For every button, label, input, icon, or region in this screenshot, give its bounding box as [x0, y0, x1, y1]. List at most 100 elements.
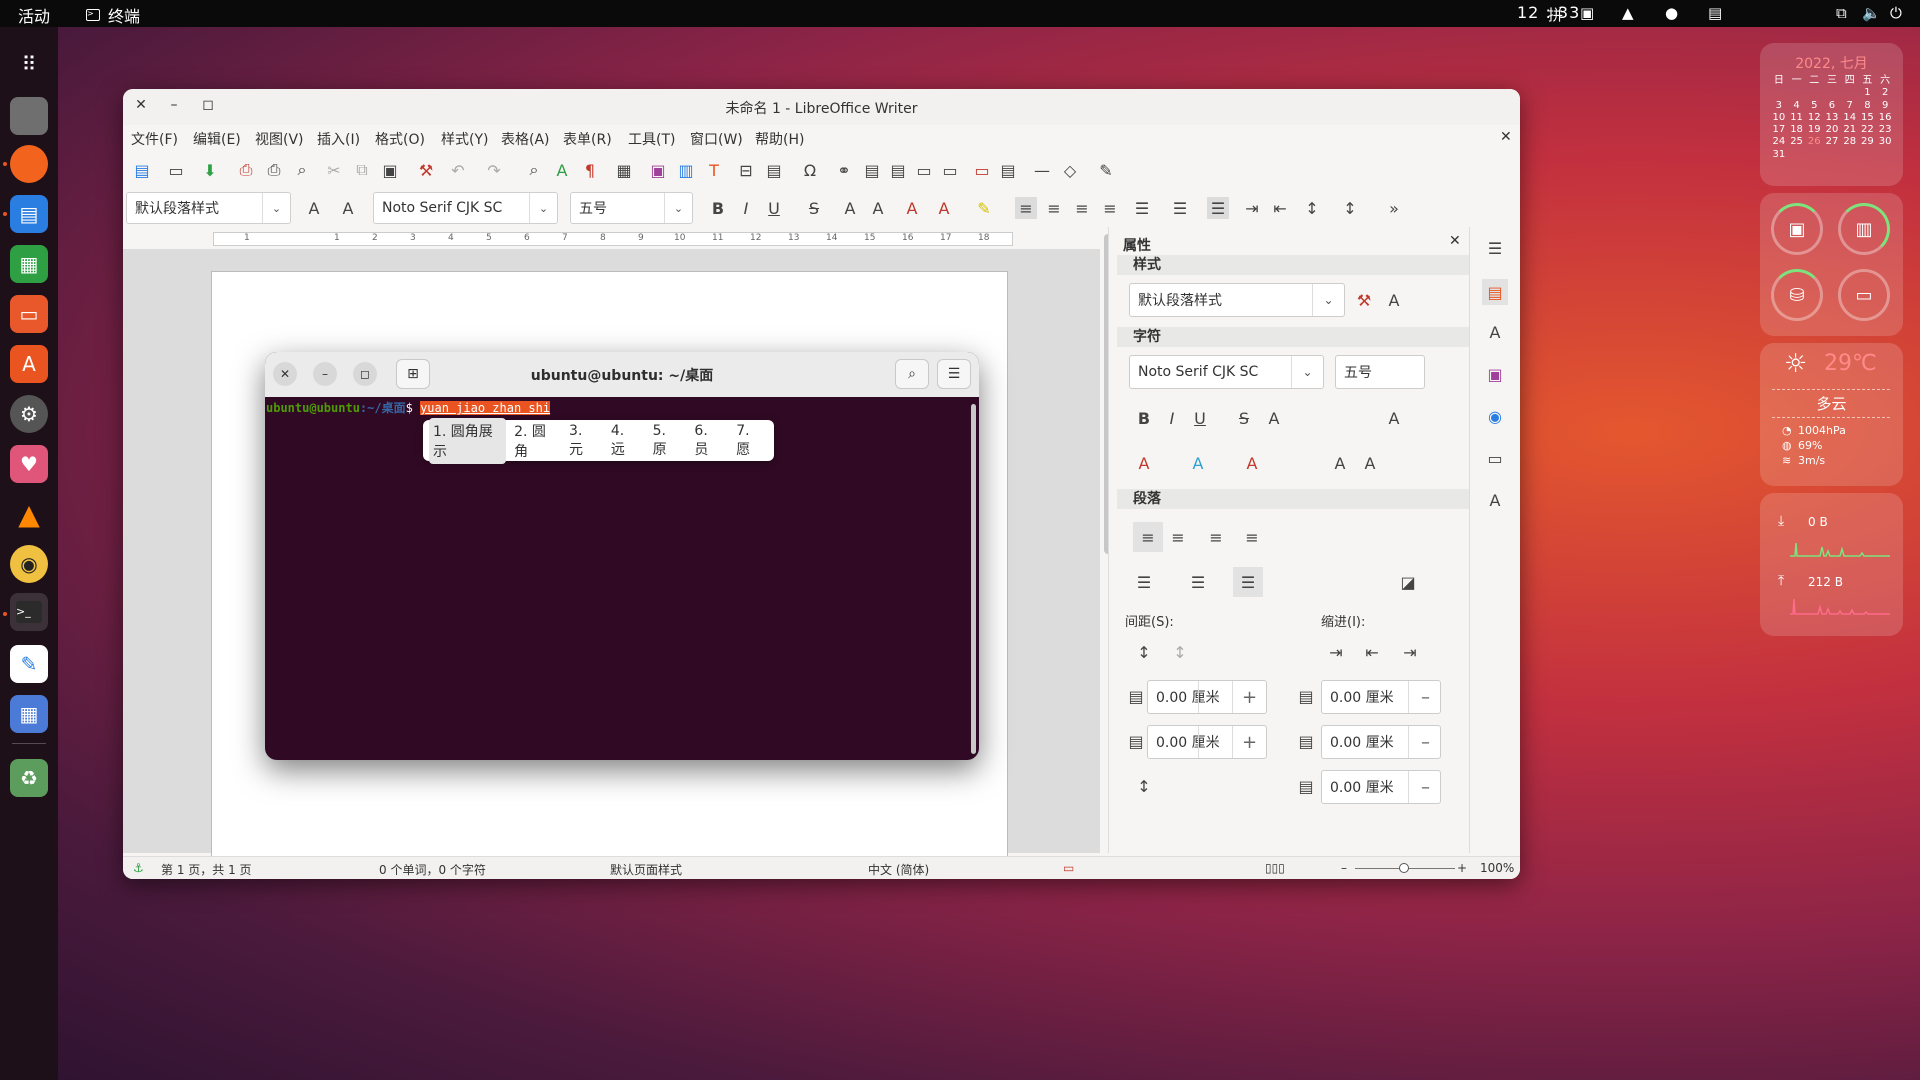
increase-spacing-icon[interactable]: ↕	[1133, 641, 1155, 663]
calendar-day-today[interactable]: 26	[1805, 136, 1823, 148]
calendar-day[interactable]: 23	[1876, 124, 1894, 136]
style-section-header[interactable]: 样式	[1117, 255, 1469, 275]
increase-indent-icon[interactable]: ⇥	[1325, 641, 1347, 663]
calendar-day[interactable]: 29	[1859, 136, 1877, 148]
writer-icon[interactable]: ▤	[10, 195, 48, 233]
track-changes-icon[interactable]: ▤	[997, 159, 1019, 181]
grow-font-icon[interactable]: A	[1383, 407, 1405, 429]
calendar-day[interactable]: 3	[1770, 100, 1788, 112]
underline-icon[interactable]: U	[1189, 407, 1211, 429]
ordered-list-icon[interactable]: ☰	[1169, 197, 1191, 219]
screenshot-icon[interactable]: ▦	[10, 695, 48, 733]
menu-insert[interactable]: 插入(I)	[317, 129, 360, 149]
calendar-widget[interactable]: 2022, 七月 日一二三四五六 1 2 3 4 5 6 7 8 9 10 11 12 13 14 15 16 1…	[1760, 43, 1903, 186]
decrement-icon[interactable]: –	[1408, 726, 1442, 758]
decrease-indent-icon[interactable]: ⇤	[1361, 641, 1383, 663]
above-spacing-spinner[interactable]: 0.00 厘米 – +	[1147, 680, 1267, 714]
insert-image-icon[interactable]: ▣	[647, 159, 669, 181]
chevron-down-icon[interactable]: ⌄	[1312, 284, 1344, 316]
decrement-icon[interactable]: –	[1198, 726, 1232, 758]
calendar-day[interactable]: 11	[1788, 112, 1806, 124]
app-menu[interactable]: > 终端	[86, 3, 140, 27]
tray-app-icon[interactable]: ●	[1665, 4, 1678, 22]
insert-textbox-icon[interactable]: T	[703, 159, 725, 181]
vlc-icon[interactable]: ▲	[10, 495, 48, 533]
zoom-out-icon[interactable]: –	[1341, 861, 1347, 875]
find-replace-icon[interactable]: ⌕	[523, 159, 545, 181]
firefox-icon[interactable]	[10, 145, 48, 183]
increment-icon[interactable]: +	[1232, 681, 1266, 713]
line-spacing-icon[interactable]: ↕	[1133, 775, 1155, 797]
superscript-icon[interactable]: A	[839, 197, 861, 219]
below-spacing-spinner[interactable]: 0.00 厘米 – +	[1147, 725, 1267, 759]
highlight-color-icon[interactable]: A	[1187, 452, 1209, 474]
close-document-icon[interactable]: ✕	[1500, 129, 1512, 145]
hyperlink-icon[interactable]: ⚭	[833, 159, 855, 181]
terminal-headerbar[interactable]: ✕ – ◻ ⊞ ubuntu@ubuntu: ~/桌面 ⌕ ☰	[265, 352, 979, 397]
more-options-icon[interactable]: »	[1383, 197, 1405, 219]
cross-reference-icon[interactable]: ▭	[939, 159, 961, 181]
chevron-down-icon[interactable]: ⌄	[529, 193, 557, 223]
hamburger-menu-icon[interactable]: ☰	[937, 359, 971, 389]
menu-file[interactable]: 文件(F)	[131, 129, 178, 149]
basic-shapes-icon[interactable]: ◇	[1059, 159, 1081, 181]
terminal-icon[interactable]: >_	[10, 593, 48, 631]
font-color-icon[interactable]: A	[1133, 452, 1155, 474]
calendar-day[interactable]: 6	[1823, 100, 1841, 112]
terminal-scrollbar[interactable]	[971, 404, 976, 754]
formatting-marks-icon[interactable]: ¶	[579, 159, 601, 181]
search-icon[interactable]: ⌕	[895, 359, 929, 389]
calendar-day[interactable]: 25	[1788, 136, 1806, 148]
decrement-icon[interactable]: –	[1408, 681, 1442, 713]
print-icon[interactable]: ⎙	[263, 159, 285, 181]
menu-tools[interactable]: 工具(T)	[628, 129, 675, 149]
hanging-indent-icon[interactable]: ⇥	[1399, 641, 1421, 663]
calendar-day[interactable]: 9	[1876, 100, 1894, 112]
page-count[interactable]: 第 1 页，共 1 页	[161, 861, 252, 878]
decrease-spacing-icon[interactable]: ↕	[1169, 641, 1191, 663]
text-editor-icon[interactable]: ✎	[10, 645, 48, 683]
calendar-day[interactable]: 18	[1788, 124, 1806, 136]
styles-tab-icon[interactable]: A	[1484, 321, 1506, 343]
decrement-icon[interactable]: –	[1408, 771, 1442, 803]
sidebar-font-size-combo[interactable]: 五号	[1335, 355, 1425, 389]
language[interactable]: 中文 (简体)	[868, 861, 929, 878]
show-apps-icon[interactable]: ⠿	[10, 45, 48, 83]
app-icon[interactable]: ♥	[10, 445, 48, 483]
save-icon[interactable]: ⬇	[199, 159, 221, 181]
unordered-list-icon[interactable]: ☰	[1133, 571, 1155, 593]
trash-icon[interactable]: ♻	[10, 759, 48, 797]
special-character-icon[interactable]: Ω	[799, 159, 821, 181]
ime-candidate[interactable]: 7. 愿	[732, 420, 770, 462]
calendar-day[interactable]: 16	[1876, 112, 1894, 124]
update-style-icon[interactable]: A	[303, 197, 325, 219]
software-icon[interactable]: A	[10, 345, 48, 383]
clear-formatting-icon[interactable]: A	[1241, 452, 1263, 474]
subscript-icon[interactable]: A	[867, 197, 889, 219]
clock[interactable]: 12 : 33	[1517, 3, 1580, 22]
line-spacing-icon[interactable]: ↕	[1301, 197, 1323, 219]
font-size-combo[interactable]: 五号 ⌄	[570, 192, 693, 224]
insert-table-icon[interactable]: ▦	[613, 159, 635, 181]
paragraph-spacing-icon[interactable]: ↕	[1339, 197, 1361, 219]
calendar-day[interactable]: 17	[1770, 124, 1788, 136]
increment-icon[interactable]: +	[1232, 726, 1266, 758]
font-color-icon[interactable]: A	[933, 197, 955, 219]
calendar-day[interactable]: 30	[1876, 136, 1894, 148]
align-left-icon[interactable]: ≡	[1133, 522, 1163, 552]
calendar-day[interactable]: 8	[1859, 100, 1877, 112]
underline-icon[interactable]: U	[763, 197, 785, 219]
files-icon[interactable]	[10, 97, 48, 135]
sidebar-paragraph-style-combo[interactable]: 默认段落样式 ⌄	[1129, 283, 1345, 317]
new-style-icon[interactable]: A	[337, 197, 359, 219]
highlight-color-icon[interactable]: ✎	[973, 197, 995, 219]
zoom-level[interactable]: 100%	[1480, 861, 1514, 875]
ime-candidate[interactable]: 4. 远	[607, 420, 645, 462]
before-indent-spinner[interactable]: 0.00 厘米 –	[1321, 680, 1441, 714]
notification-icon[interactable]: ▲	[1622, 4, 1634, 22]
calendar-day[interactable]: 28	[1841, 136, 1859, 148]
calendar-day[interactable]: 7	[1841, 100, 1859, 112]
view-layout-icon[interactable]: ▯▯▯	[1265, 861, 1285, 875]
unordered-list-icon[interactable]: ☰	[1131, 197, 1153, 219]
insert-field-icon[interactable]: ▤	[763, 159, 785, 181]
